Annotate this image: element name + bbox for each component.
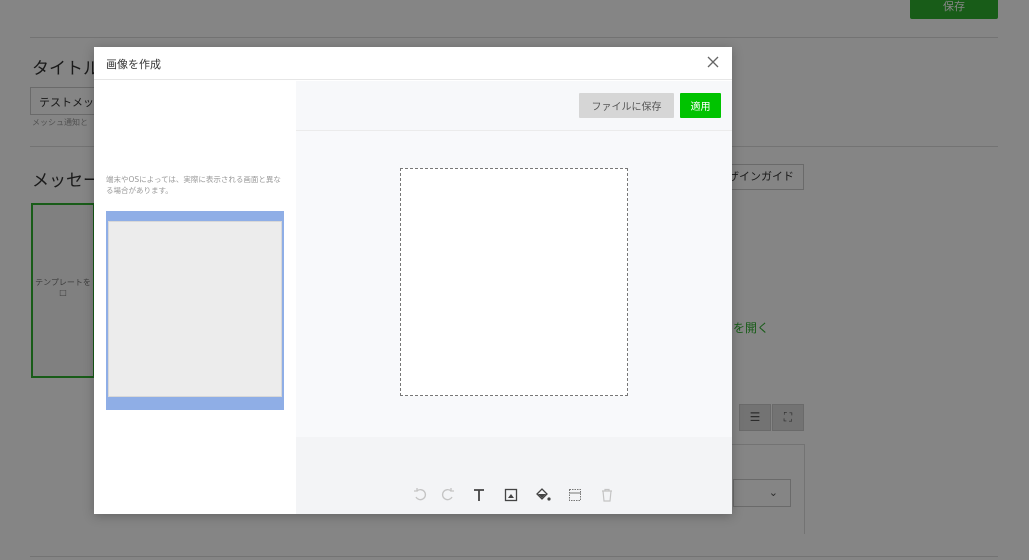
modal-header: 画像を作成 — [94, 47, 732, 80]
editor-panel: ファイルに保存 適用 — [296, 81, 732, 514]
modal-title: 画像を作成 — [106, 58, 161, 71]
canvas-area — [296, 131, 732, 437]
editing-canvas[interactable] — [400, 168, 628, 396]
redo-icon[interactable] — [437, 485, 459, 505]
preview-panel: 端末やOSによっては、実際に表示される画面と異なる場合があります。 — [94, 81, 296, 514]
fill-icon[interactable] — [532, 485, 554, 505]
close-icon[interactable] — [704, 53, 722, 71]
tool-bar — [296, 437, 732, 514]
preview-image — [108, 221, 282, 397]
trash-icon[interactable] — [596, 485, 618, 505]
image-icon[interactable] — [500, 485, 522, 505]
save-to-file-button[interactable]: ファイルに保存 — [579, 93, 674, 118]
editor-toolbar: ファイルに保存 適用 — [296, 81, 732, 131]
text-icon[interactable] — [468, 485, 490, 505]
undo-icon[interactable] — [409, 485, 431, 505]
create-image-modal: 画像を作成 端末やOSによっては、実際に表示される画面と異なる場合があります。 … — [94, 47, 732, 514]
grid-icon[interactable] — [564, 485, 586, 505]
preview-frame — [106, 211, 284, 410]
apply-button[interactable]: 適用 — [680, 93, 721, 118]
preview-notice: 端末やOSによっては、実際に表示される画面と異なる場合があります。 — [106, 175, 281, 195]
